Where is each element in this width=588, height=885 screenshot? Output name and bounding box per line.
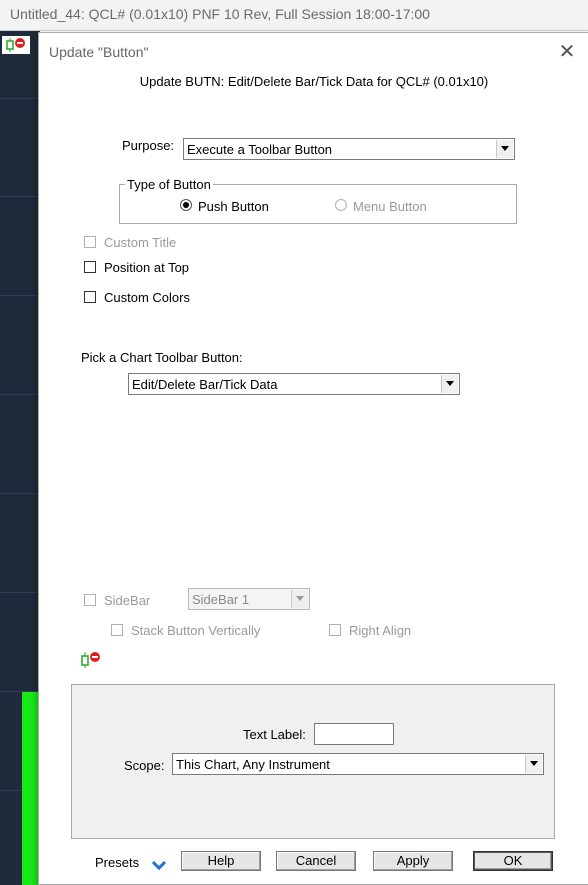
cancel-button[interactable]: Cancel	[276, 851, 356, 871]
chevron-down-icon[interactable]	[291, 590, 308, 608]
help-button[interactable]: Help	[181, 851, 261, 871]
menu-button-label: Menu Button	[353, 199, 427, 214]
toolbar-button-label: Pick a Chart Toolbar Button:	[81, 350, 243, 365]
push-button-label: Push Button	[198, 199, 269, 214]
menu-button-radio[interactable]	[335, 199, 347, 211]
presets-label[interactable]: Presets	[95, 855, 139, 870]
update-button-dialog: Update "Button" ✕ Update BUTN: Edit/Dele…	[38, 32, 588, 885]
right-align-label: Right Align	[349, 623, 412, 638]
scope-value: This Chart, Any Instrument	[176, 757, 330, 772]
chevron-down-icon[interactable]	[496, 140, 513, 158]
scope-select[interactable]: This Chart, Any Instrument	[172, 753, 544, 775]
chevron-down-icon[interactable]	[525, 755, 542, 773]
custom-title-checkbox[interactable]	[84, 236, 96, 248]
position-at-top-label: Position at Top	[104, 260, 190, 275]
stack-vertically-checkbox[interactable]	[111, 624, 123, 636]
custom-title-label: Custom Title	[104, 235, 177, 250]
scope-label: Scope:	[124, 758, 165, 773]
type-of-button-legend: Type of Button	[125, 177, 213, 192]
sidebar-select[interactable]: SideBar 1	[188, 588, 310, 610]
dialog-title: Update "Button"	[49, 44, 149, 60]
right-align-checkbox[interactable]	[329, 624, 341, 636]
stack-vertically-label: Stack Button Vertically	[131, 623, 261, 638]
purpose-select[interactable]: Execute a Toolbar Button	[183, 138, 515, 160]
push-button-radio[interactable]	[180, 199, 192, 211]
sidebar-value: SideBar 1	[192, 592, 250, 607]
sidebar-checkbox[interactable]	[84, 594, 96, 606]
toolbar-button-value: Edit/Delete Bar/Tick Data	[132, 377, 278, 392]
chevron-down-icon[interactable]	[441, 375, 458, 393]
purpose-value: Execute a Toolbar Button	[187, 142, 333, 157]
chevron-down-icon[interactable]	[151, 858, 167, 871]
close-icon[interactable]: ✕	[556, 41, 578, 63]
toolbar-candlestick-delete-icon[interactable]	[2, 36, 30, 54]
sidebar-label: SideBar	[104, 593, 151, 608]
text-label-label: Text Label:	[243, 727, 306, 742]
position-at-top-checkbox[interactable]	[84, 261, 96, 273]
apply-button[interactable]: Apply	[373, 851, 453, 871]
custom-colors-checkbox[interactable]	[84, 291, 96, 303]
custom-colors-label: Custom Colors	[104, 290, 190, 305]
dialog-subtitle: Update BUTN: Edit/Delete Bar/Tick Data f…	[139, 74, 489, 89]
candlestick-delete-icon	[79, 651, 103, 669]
app-window-title: Untitled_44: QCL# (0.01x10) PNF 10 Rev, …	[10, 6, 430, 22]
ok-button[interactable]: OK	[473, 851, 553, 871]
toolbar-button-select[interactable]: Edit/Delete Bar/Tick Data	[128, 373, 460, 395]
app-titlebar: Untitled_44: QCL# (0.01x10) PNF 10 Rev, …	[0, 0, 588, 31]
text-label-input[interactable]	[314, 723, 394, 745]
purpose-label: Purpose:	[122, 138, 175, 153]
